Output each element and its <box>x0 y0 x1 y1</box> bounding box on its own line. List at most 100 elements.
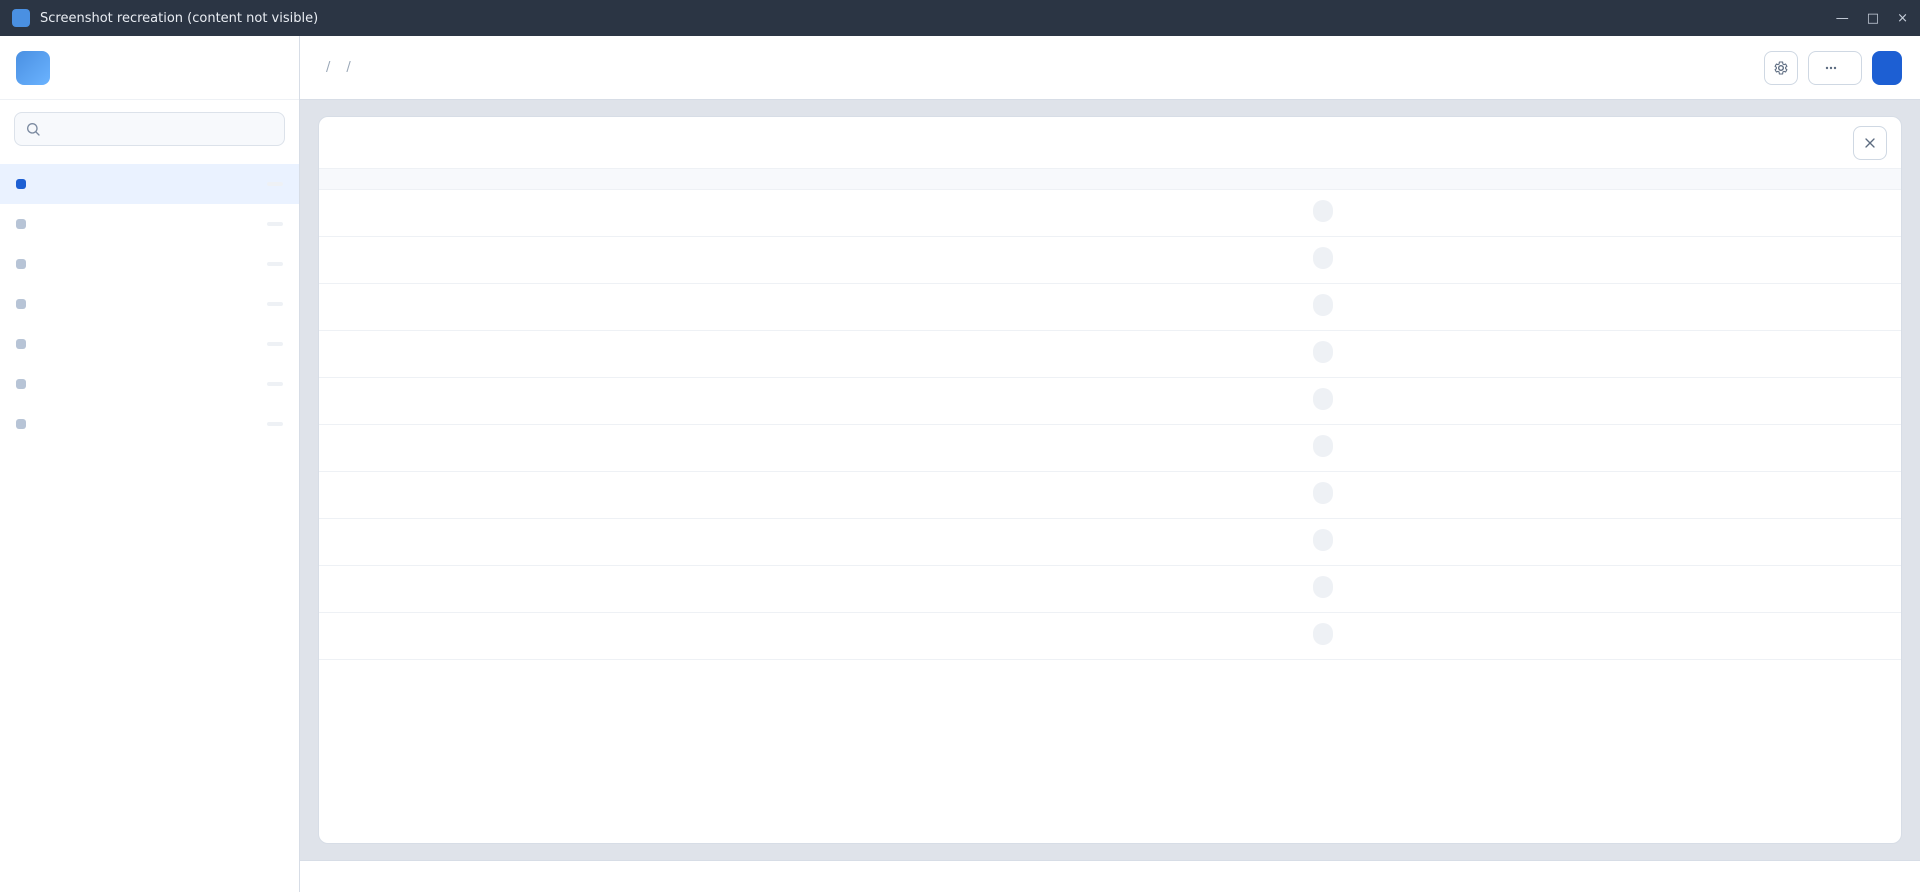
status-badge <box>1312 529 1333 551</box>
window-close-button[interactable]: × <box>1897 11 1908 26</box>
more-icon <box>1823 60 1839 76</box>
footer <box>300 860 1920 892</box>
table-row[interactable] <box>319 471 1901 519</box>
table-cell <box>1300 330 1901 378</box>
secondary-action-button[interactable] <box>1808 50 1862 85</box>
table-cell <box>973 471 1301 519</box>
table-cell <box>319 565 647 613</box>
table-cell <box>973 283 1301 331</box>
panel-header <box>319 117 1901 169</box>
sidebar-search-input[interactable] <box>49 121 274 137</box>
table-row[interactable] <box>319 612 1901 660</box>
main-area: / / <box>300 36 1920 892</box>
table-cell <box>1300 518 1901 566</box>
table-row[interactable] <box>319 424 1901 472</box>
status-badge <box>1312 482 1333 504</box>
sidebar-item-icon <box>16 219 26 229</box>
app-icon <box>12 9 30 27</box>
sidebar-item[interactable] <box>0 204 299 244</box>
table-cell <box>319 236 647 284</box>
status-badge <box>1312 200 1333 222</box>
sidebar-item-count <box>267 262 283 266</box>
table-cell <box>319 377 647 425</box>
table-row[interactable] <box>319 283 1901 331</box>
panel-body <box>319 169 1901 843</box>
table-cell <box>319 189 647 237</box>
gear-icon <box>1773 60 1789 76</box>
table-cell <box>973 424 1301 472</box>
window-title: Screenshot recreation (content not visib… <box>40 10 319 26</box>
sidebar-item-icon <box>16 299 26 309</box>
primary-action-button[interactable] <box>1872 50 1902 85</box>
window-maximize-button[interactable]: □ <box>1867 11 1879 26</box>
table-cell <box>973 612 1301 660</box>
content <box>300 100 1920 860</box>
table-row[interactable] <box>319 518 1901 566</box>
table-header-cell[interactable] <box>319 169 647 190</box>
topbar-actions <box>1764 50 1902 85</box>
table-cell <box>1300 612 1901 660</box>
table-row[interactable] <box>319 377 1901 425</box>
window-controls: — □ × <box>1836 11 1908 26</box>
table-cell <box>646 377 974 425</box>
sidebar-item[interactable] <box>0 364 299 404</box>
table-row[interactable] <box>319 565 1901 613</box>
sidebar-item-icon <box>16 379 26 389</box>
sidebar-item[interactable] <box>0 244 299 284</box>
status-badge <box>1312 247 1333 269</box>
table-cell <box>973 377 1301 425</box>
table-cell <box>319 612 647 660</box>
table-cell <box>646 424 974 472</box>
table-cell <box>646 330 974 378</box>
table-cell <box>973 330 1301 378</box>
data-table <box>319 169 1901 660</box>
status-badge <box>1312 435 1333 457</box>
table-header-cell[interactable] <box>646 169 974 190</box>
settings-button[interactable] <box>1764 50 1798 85</box>
sidebar-item-count <box>267 302 283 306</box>
app-shell: / / <box>0 36 1920 892</box>
topbar: / / <box>300 36 1920 100</box>
status-badge <box>1312 294 1333 316</box>
brand-logo <box>16 50 50 85</box>
table-body <box>319 189 1901 660</box>
main-panel <box>318 116 1902 844</box>
status-badge <box>1312 623 1333 645</box>
close-button[interactable] <box>1853 125 1887 160</box>
table-row[interactable] <box>319 330 1901 378</box>
sidebar-item-count <box>267 222 283 226</box>
window-minimize-button[interactable]: — <box>1836 11 1849 26</box>
sidebar-item[interactable] <box>0 404 299 444</box>
sidebar <box>0 36 300 892</box>
table-cell <box>646 236 974 284</box>
status-badge <box>1312 388 1333 410</box>
close-icon <box>1862 135 1878 151</box>
table-cell <box>646 471 974 519</box>
sidebar-item[interactable] <box>0 324 299 364</box>
window-titlebar: Screenshot recreation (content not visib… <box>0 0 1920 36</box>
sidebar-item[interactable] <box>0 284 299 324</box>
breadcrumb: / / <box>318 60 359 75</box>
table-head <box>319 169 1901 190</box>
search-icon <box>25 121 41 137</box>
table-header-cell[interactable] <box>1300 169 1901 190</box>
sidebar-item-count <box>267 382 283 386</box>
table-header-cell[interactable] <box>973 169 1301 190</box>
table-header-row <box>319 169 1901 190</box>
table-cell <box>1300 565 1901 613</box>
table-cell <box>1300 283 1901 331</box>
sidebar-item-icon <box>16 259 26 269</box>
sidebar-search[interactable] <box>14 112 285 146</box>
sidebar-item-icon <box>16 419 26 429</box>
sidebar-item[interactable] <box>0 164 299 204</box>
table-cell <box>319 424 647 472</box>
table-row[interactable] <box>319 189 1901 237</box>
table-cell <box>646 283 974 331</box>
table-cell <box>973 565 1301 613</box>
status-badge <box>1312 576 1333 598</box>
table-cell <box>319 330 647 378</box>
table-cell <box>973 236 1301 284</box>
table-row[interactable] <box>319 236 1901 284</box>
sidebar-item-icon <box>16 179 26 189</box>
table-cell <box>973 189 1301 237</box>
